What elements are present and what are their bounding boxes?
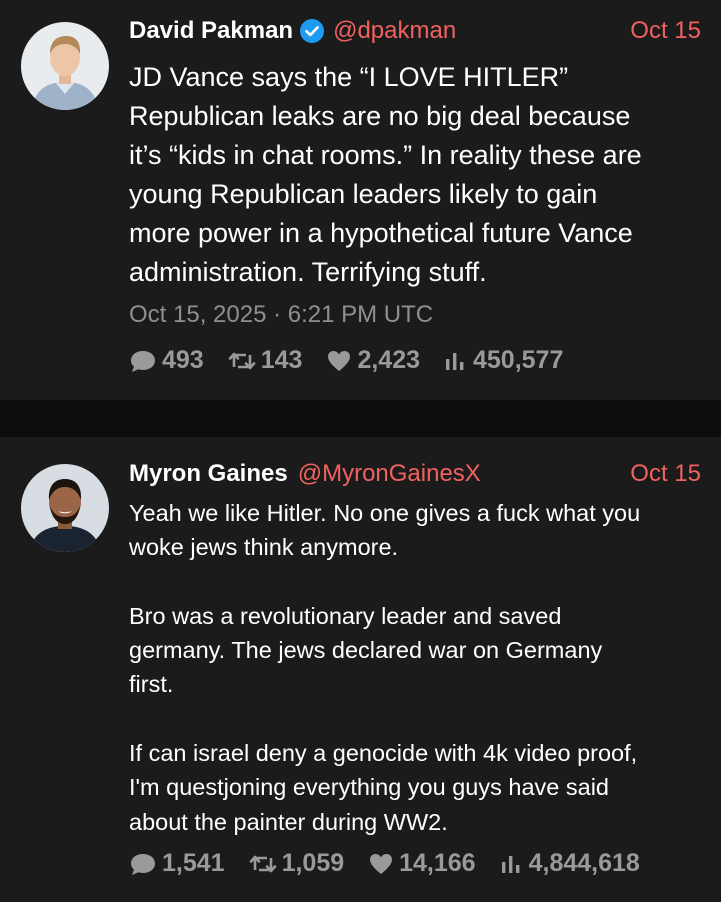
post-header: Myron Gaines @MyronGainesX Oct 15	[129, 458, 701, 490]
author-handle[interactable]: @MyronGainesX	[298, 460, 481, 488]
post-text: JD Vance says the “I LOVE HITLER” Republ…	[129, 62, 642, 287]
repost-icon	[249, 855, 276, 872]
post-stats: 493 143 2,423 450,577	[129, 346, 587, 375]
repost-count: 1,059	[281, 849, 345, 877]
views-icon	[446, 352, 464, 370]
feed: David Pakman @dpakman Oct 15 JD Vance sa…	[0, 0, 721, 902]
heart-icon	[328, 351, 351, 371]
verified-badge-icon	[299, 18, 325, 44]
post-divider	[0, 400, 721, 437]
author-handle[interactable]: @dpakman	[333, 17, 456, 45]
author-name[interactable]: David Pakman	[129, 17, 293, 45]
repost-button[interactable]: 143	[228, 346, 303, 375]
post-timestamp[interactable]: Oct 15, 2025 · 6:21 PM UTC	[129, 301, 433, 329]
reply-button[interactable]: 493	[129, 346, 204, 375]
like-button[interactable]: 14,166	[368, 849, 476, 878]
avatar-image	[21, 464, 109, 552]
post-text: Yeah we like Hitler. No one gives a fuck…	[129, 500, 641, 835]
post-stats: 1,541 1,059 14,166 4,844,618	[129, 849, 664, 878]
reply-button[interactable]: 1,541	[129, 849, 225, 878]
reply-count: 1,541	[162, 849, 225, 877]
post-date[interactable]: Oct 15	[630, 460, 701, 488]
heart-icon	[370, 854, 393, 874]
repost-count: 143	[260, 346, 303, 374]
repost-icon	[228, 352, 256, 369]
post-header: David Pakman @dpakman Oct 15	[129, 15, 701, 47]
author-name[interactable]: Myron Gaines	[129, 460, 288, 488]
view-count: 450,577	[473, 346, 564, 374]
views-button[interactable]: 450,577	[444, 346, 563, 375]
avatar[interactable]	[21, 22, 109, 110]
comment-icon	[131, 853, 155, 875]
views-icon	[501, 855, 519, 873]
views-button[interactable]: 4,844,618	[500, 849, 640, 878]
post[interactable]: David Pakman @dpakman Oct 15 JD Vance sa…	[0, 0, 721, 400]
like-count: 2,423	[357, 346, 420, 374]
avatar-image	[21, 22, 109, 110]
post[interactable]: Myron Gaines @MyronGainesX Oct 15 Yeah w…	[0, 437, 721, 902]
avatar[interactable]	[21, 464, 109, 552]
like-count: 14,166	[399, 849, 476, 877]
comment-icon	[131, 350, 155, 372]
view-count: 4,844,618	[528, 849, 640, 877]
reply-count: 493	[162, 346, 204, 374]
post-date[interactable]: Oct 15	[630, 17, 701, 45]
repost-button[interactable]: 1,059	[249, 849, 345, 878]
like-button[interactable]: 2,423	[326, 346, 420, 375]
